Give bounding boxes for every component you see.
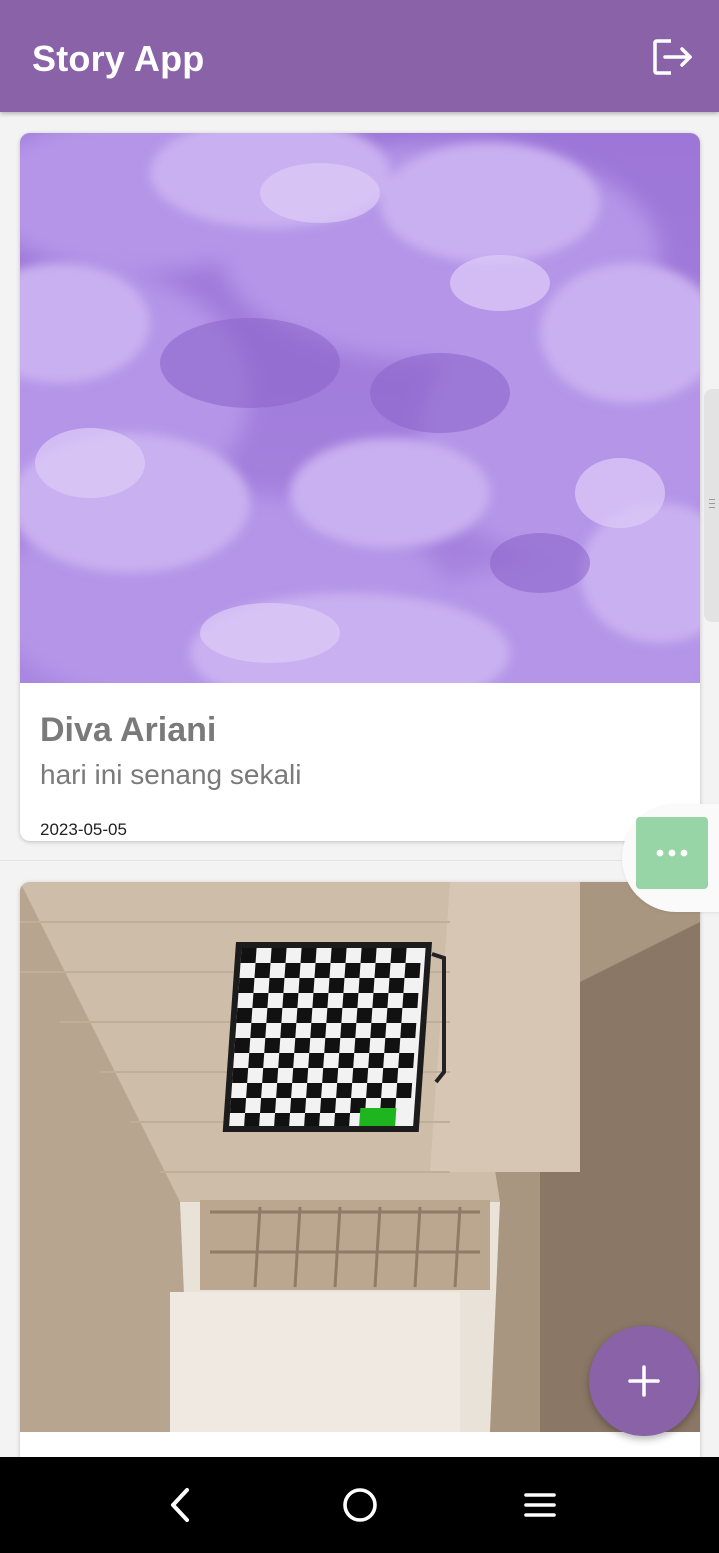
system-navigation-bar [0, 1457, 719, 1553]
story-author-name: Diva Ariani [40, 711, 217, 749]
plus-icon [628, 1365, 660, 1397]
nav-recents-button[interactable] [516, 1481, 564, 1529]
logout-button[interactable] [646, 30, 700, 84]
grip-icon [709, 499, 715, 509]
app-title: Story App [32, 38, 205, 79]
fast-scroll-handle[interactable] [704, 389, 719, 622]
more-options-button[interactable] [636, 817, 708, 889]
nav-home-button[interactable] [336, 1481, 384, 1529]
app-bar: Story App [0, 0, 719, 112]
story-photo [20, 133, 700, 683]
list-divider [0, 860, 719, 861]
add-story-button[interactable] [589, 1326, 699, 1436]
home-icon [343, 1488, 377, 1522]
story-card[interactable]: Diva Ariani hari ini senang sekali 2023-… [20, 133, 700, 841]
nav-back-button[interactable] [156, 1481, 204, 1529]
menu-icon [524, 1493, 556, 1517]
story-description: hari ini senang sekali [40, 759, 302, 790]
story-date: 2023-05-05 [40, 820, 127, 839]
story-list[interactable]: Diva Ariani hari ini senang sekali 2023-… [0, 112, 719, 1457]
logout-icon [653, 39, 692, 75]
back-icon [171, 1488, 189, 1522]
more-horizontal-icon [656, 849, 688, 857]
purple-clouds-photo [20, 133, 700, 683]
